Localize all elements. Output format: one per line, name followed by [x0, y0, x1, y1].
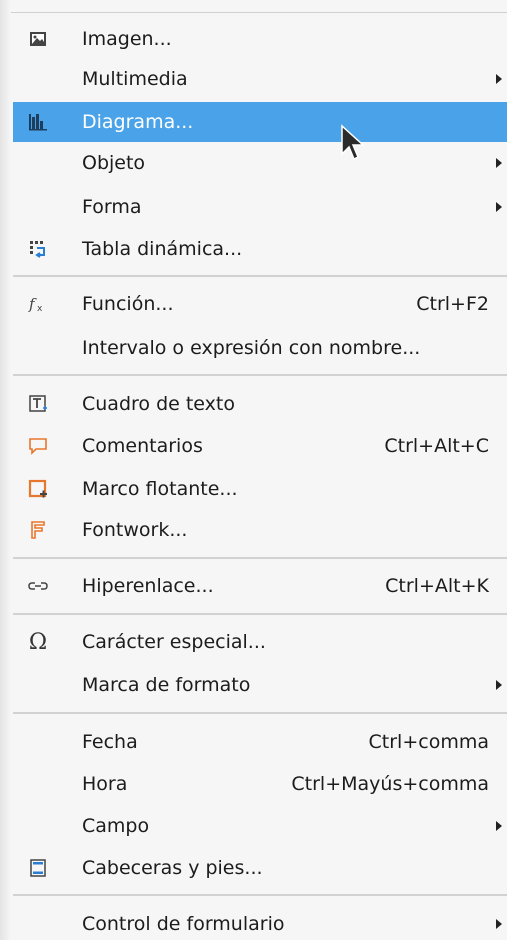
submenu-arrow-icon: [496, 919, 502, 929]
menu-item-label: Comentarios: [82, 435, 203, 457]
floating-frame-icon: [27, 478, 49, 500]
pivot-table-icon: [27, 238, 49, 260]
menu-item-control-formulario[interactable]: Control de formulario: [13, 904, 507, 944]
menu-separator: [13, 712, 507, 714]
menu-item-label: Multimedia: [82, 68, 188, 90]
menu-item-label: Marco flotante...: [82, 478, 238, 500]
menu-item-shortcut: Ctrl+Mayús+comma: [291, 773, 489, 795]
menu-item-diagrama[interactable]: Diagrama...: [13, 102, 507, 142]
menu-item-label: Imagen...: [82, 28, 172, 50]
svg-text:f: f: [28, 295, 37, 313]
menu-separator: [13, 275, 507, 277]
menu-item-tabla-dinamica[interactable]: Tabla dinámica...: [13, 229, 507, 269]
menu-item-hora[interactable]: Hora Ctrl+Mayús+comma: [13, 764, 507, 804]
svg-text:x: x: [37, 304, 43, 313]
menu-item-label: Cabeceras y pies...: [82, 857, 263, 879]
hyperlink-icon: [27, 575, 49, 597]
submenu-arrow-icon: [496, 680, 502, 690]
menu-item-funcion[interactable]: fx Función... Ctrl+F2: [13, 284, 507, 324]
menu-item-shortcut: Ctrl+F2: [416, 293, 489, 315]
mouse-pointer-icon: [341, 124, 365, 161]
header-footer-icon: [27, 857, 49, 879]
menu-item-label: Cuadro de texto: [82, 393, 235, 415]
omega-icon: Ω: [28, 629, 48, 655]
submenu-arrow-icon: [496, 74, 502, 84]
menu-item-label: Marca de formato: [82, 674, 251, 696]
menu-separator: [13, 613, 507, 615]
insert-menu: Imagen... Multimedia Diagrama... Objeto …: [0, 0, 507, 940]
menu-item-shortcut: Ctrl+Alt+C: [384, 435, 489, 457]
menu-item-fecha[interactable]: Fecha Ctrl+comma: [13, 722, 507, 762]
fontwork-icon: [27, 519, 49, 541]
function-icon: fx: [27, 293, 49, 315]
menu-separator: [13, 374, 507, 376]
menu-item-label: Objeto: [82, 152, 146, 174]
menu-item-label: Control de formulario: [82, 913, 285, 935]
menu-item-label: Fontwork...: [82, 519, 188, 541]
menu-item-forma[interactable]: Forma: [13, 187, 507, 227]
menu-separator: [13, 557, 507, 559]
menu-item-cuadro-texto[interactable]: Cuadro de texto: [13, 384, 507, 424]
menu-item-cabeceras-pies[interactable]: Cabeceras y pies...: [13, 848, 507, 888]
comment-icon: [27, 435, 49, 457]
menu-item-label: Fecha: [82, 731, 138, 753]
submenu-arrow-icon: [496, 158, 502, 168]
menu-item-label: Hora: [82, 773, 128, 795]
menu-item-objeto[interactable]: Objeto: [13, 143, 507, 183]
chart-icon: [27, 111, 49, 133]
menu-item-label: Hiperenlace...: [82, 575, 214, 597]
menu-item-label: Campo: [82, 815, 150, 837]
menu-item-multimedia[interactable]: Multimedia: [13, 59, 507, 99]
menu-item-shortcut: Ctrl+comma: [368, 731, 489, 753]
menu-item-campo[interactable]: Campo: [13, 806, 507, 846]
image-icon: [27, 28, 49, 50]
menu-item-intervalo-expresion[interactable]: Intervalo o expresión con nombre...: [13, 328, 507, 368]
menu-item-label: Forma: [82, 196, 142, 218]
menu-item-fontwork[interactable]: Fontwork...: [13, 510, 507, 550]
text-box-icon: [27, 393, 49, 415]
menu-item-label: Carácter especial...: [82, 631, 266, 653]
submenu-arrow-icon: [496, 821, 502, 831]
menu-item-marca-formato[interactable]: Marca de formato: [13, 665, 507, 705]
menu-item-marco-flotante[interactable]: Marco flotante...: [13, 469, 507, 509]
menu-separator: [13, 894, 507, 896]
submenu-arrow-icon: [496, 202, 502, 212]
menu-item-shortcut: Ctrl+Alt+K: [385, 575, 489, 597]
menu-item-label: Intervalo o expresión con nombre...: [82, 337, 421, 359]
menu-item-imagen[interactable]: Imagen...: [13, 19, 507, 59]
menu-item-hiperenlace[interactable]: Hiperenlace... Ctrl+Alt+K: [13, 566, 507, 606]
menu-item-label: Tabla dinámica...: [82, 238, 243, 260]
menu-item-caracter-especial[interactable]: Ω Carácter especial...: [13, 622, 507, 662]
menu-item-label: Diagrama...: [82, 111, 194, 133]
menu-item-label: Función...: [82, 293, 174, 315]
menu-item-comentarios[interactable]: Comentarios Ctrl+Alt+C: [13, 426, 507, 466]
